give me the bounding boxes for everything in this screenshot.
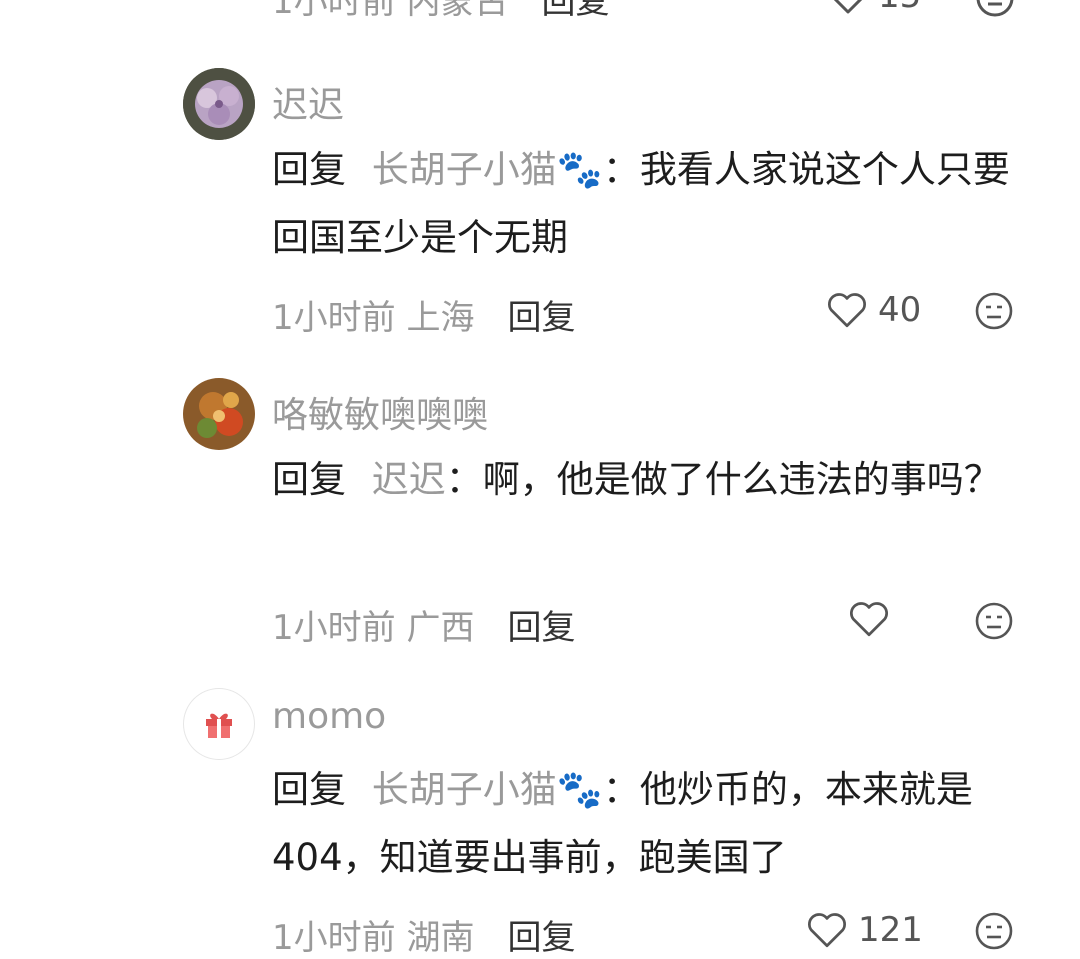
gift-icon (203, 708, 235, 740)
reply-button[interactable]: 回复 (542, 0, 610, 22)
like-count: 121 (858, 910, 923, 950)
reply-target[interactable]: 长胡子小猫🐾 (372, 148, 603, 191)
reply-prefix: 回复 (272, 768, 346, 811)
comment-meta: 1小时前 湖南 回复 (272, 910, 576, 959)
comment-text: 回复 迟迟：啊，他是做了什么违法的事吗？ (272, 458, 1001, 501)
heart-outline-icon[interactable] (826, 291, 868, 329)
reply-button[interactable]: 回复 (508, 608, 576, 648)
like-group-partial[interactable]: 15 (828, 0, 921, 18)
meh-face-icon[interactable] (974, 601, 1014, 641)
comment-time-location: 1小时前 内蒙古 (272, 0, 509, 22)
heart-outline-icon[interactable] (806, 911, 848, 949)
comment-time-location: 1小时前 湖南 (272, 918, 475, 958)
reply-target[interactable]: 长胡子小猫🐾 (372, 768, 603, 811)
comment-time-location: 1小时前 广西 (272, 608, 475, 648)
reply-prefix: 回复 (272, 148, 346, 191)
meh-face-icon[interactable] (975, 0, 1015, 18)
like-group[interactable]: 121 (806, 910, 923, 950)
avatar[interactable] (183, 378, 255, 450)
avatar[interactable] (183, 68, 255, 140)
meh-face-icon[interactable] (974, 291, 1014, 331)
heart-outline-icon[interactable] (848, 600, 890, 638)
meh-face-icon[interactable] (974, 911, 1014, 951)
avatar[interactable] (183, 688, 255, 760)
reply-button[interactable]: 回复 (508, 918, 576, 958)
comment-text: 回复 长胡子小猫🐾：他炒币的，本来就是404，知道要出事前，跑美国了 (272, 768, 973, 879)
reply-target[interactable]: 迟迟 (372, 458, 446, 501)
like-count: 15 (878, 0, 921, 16)
comment-body: 啊，他是做了什么违法的事吗？ (482, 458, 1001, 501)
like-group[interactable] (848, 600, 900, 638)
comment-time-location: 1小时前 上海 (272, 298, 475, 338)
comment-meta: 1小时前 广西 回复 (272, 600, 576, 649)
reply-prefix: 回复 (272, 458, 346, 501)
like-group[interactable]: 40 (826, 290, 921, 330)
comment-meta-partial: 1小时前 内蒙古 回复 (272, 0, 610, 22)
reply-button[interactable]: 回复 (508, 298, 576, 338)
comment-text: 回复 长胡子小猫🐾：我看人家说这个人只要回国至少是个无期 (272, 148, 1010, 259)
like-count: 40 (878, 290, 922, 330)
heart-outline-icon[interactable] (828, 0, 868, 14)
username[interactable]: 迟迟 (272, 76, 344, 128)
username[interactable]: momo (272, 696, 386, 737)
comment-meta: 1小时前 上海 回复 (272, 290, 576, 339)
username[interactable]: 咯敏敏噢噢噢 (272, 386, 488, 438)
